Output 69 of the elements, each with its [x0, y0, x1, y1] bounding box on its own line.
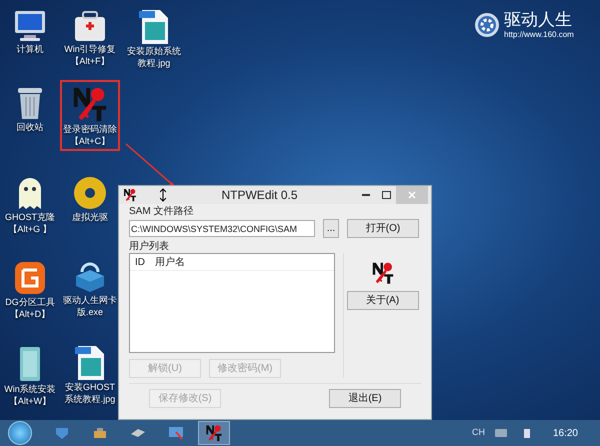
icon-label: 【Alt+D】 [10, 308, 50, 320]
desktop-icon[interactable]: 计算机 [0, 4, 60, 59]
desktop-icon[interactable]: 回收站 [0, 80, 60, 137]
desktop-icon[interactable]: 安装GHOST 系统教程.jpg [60, 340, 120, 409]
shield-icon [54, 426, 70, 440]
icon-label: 【Alt+G 】 [8, 223, 52, 235]
close-icon [408, 191, 416, 199]
icon-label: 版.exe [76, 306, 103, 318]
monitor-icon [168, 426, 184, 440]
icon-label: 【Alt+W】 [8, 395, 52, 407]
desktop-icon[interactable]: GHOST克隆 【Alt+G 】 [0, 170, 60, 239]
keyboard-icon[interactable] [494, 429, 507, 437]
list-label: 用户列表 [129, 241, 170, 253]
trash-bin-icon [15, 85, 45, 121]
desktop-icon[interactable]: DG分区工具 【Alt+D】 [0, 255, 60, 324]
brand-url: http://www.160.com [504, 30, 574, 40]
image-file-icon [138, 9, 170, 45]
language-indicator[interactable]: CH [472, 426, 485, 440]
icon-label: 登录密码清除 [63, 123, 117, 135]
icon-label: 【Alt+F】 [70, 55, 110, 67]
column-header[interactable]: ID [130, 254, 150, 270]
icon-label: 【Alt+C】 [70, 135, 110, 147]
gear-logo-icon [474, 12, 500, 38]
desktop-icon[interactable]: Win系统安装 【Alt+W】 [0, 340, 60, 411]
icon-label: 安装GHOST [64, 381, 115, 393]
desktop-icon[interactable]: 虚拟光驱 [60, 170, 120, 227]
partition-tool-icon [13, 260, 47, 296]
icon-label: 回收站 [16, 121, 44, 133]
icon-label: 系统教程.jpg [64, 393, 116, 405]
disc-icon [72, 175, 108, 211]
computer-icon [12, 9, 48, 43]
field-label: SAM 文件路径 [129, 206, 194, 218]
exit-button[interactable]: 退出(E) [329, 389, 401, 408]
network-icon[interactable] [522, 427, 531, 439]
nt-key-icon [205, 424, 223, 442]
sam-path-field[interactable]: C:\WINDOWS\SYSTEM32\CONFIG\SAM [129, 220, 315, 237]
nt-key-logo-icon [71, 85, 109, 123]
icon-label: DG分区工具 [5, 296, 55, 308]
drive-icon [130, 428, 146, 438]
icon-label: 安装原始系统 [127, 45, 181, 57]
brand-name: 驱动人生 [504, 10, 573, 30]
toolbox-icon [92, 426, 108, 440]
window-title: NTPWEdit 0.5 [220, 187, 299, 204]
icon-label: Win引导修复 [64, 43, 116, 55]
resize-cursor-icon [160, 188, 166, 202]
open-button[interactable]: 打开(O) [347, 219, 419, 238]
desktop-icon[interactable]: 安装原始系统 教程.jpg [124, 4, 184, 73]
icon-label: 教程.jpg [138, 57, 170, 69]
clock[interactable]: 16:20 [552, 426, 578, 440]
desktop-icon[interactable]: Win引导修复 【Alt+F】 [60, 4, 120, 71]
toolbox-icon [72, 9, 108, 43]
maximize-icon [382, 191, 390, 199]
desktop-icon[interactable]: 登录密码清除 【Alt+C】 [60, 80, 120, 151]
icon-label: Win系统安装 [4, 383, 56, 395]
taskbar-app[interactable] [198, 421, 230, 445]
icon-label: 计算机 [16, 43, 44, 55]
start-button[interactable] [8, 421, 32, 445]
nt-key-logo-icon [370, 261, 394, 285]
user-list[interactable]: ID 用户名 [129, 253, 335, 353]
about-button[interactable]: 关于(A) [346, 291, 418, 310]
minimize-icon [362, 194, 370, 196]
icon-label: GHOST克隆 [4, 211, 55, 223]
browse-button[interactable]: ... [323, 219, 339, 238]
desktop-icon[interactable]: 驱动人生网卡 版.exe [60, 255, 120, 322]
column-header[interactable]: 用户名 [150, 254, 190, 270]
app-icon [123, 188, 137, 202]
icon-label: 驱动人生网卡 [63, 294, 117, 306]
image-file-icon [74, 345, 106, 381]
icon-label: 虚拟光驱 [72, 211, 108, 223]
